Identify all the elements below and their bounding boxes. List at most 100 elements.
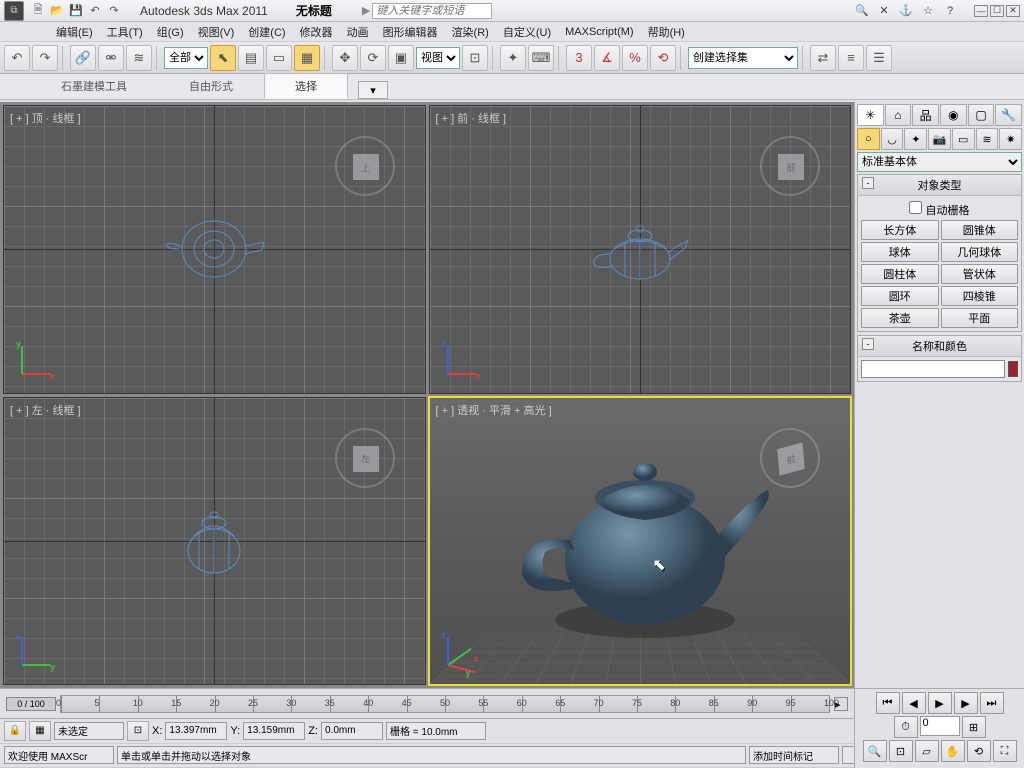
favorite-icon[interactable]: ☆	[920, 3, 936, 19]
torus-button[interactable]: 圆环	[861, 286, 939, 306]
cone-button[interactable]: 圆锥体	[941, 220, 1019, 240]
move-button[interactable]: ✥	[332, 45, 358, 71]
autogrid-checkbox[interactable]	[909, 201, 922, 214]
key-mode-button[interactable]: ⊞	[962, 716, 986, 738]
tool2-icon[interactable]: ⚓	[898, 3, 914, 19]
script-button[interactable]: ▦	[29, 721, 51, 741]
tab-freeform[interactable]: 自由形式	[158, 73, 264, 99]
frame-slider[interactable]: 0 / 100	[6, 697, 56, 711]
play-button[interactable]: ▶	[928, 692, 952, 714]
color-swatch[interactable]	[1008, 361, 1018, 377]
x-coord[interactable]: 13.397mm	[165, 722, 227, 740]
timeline-track[interactable]: 0510152025303540455055606570758085909510…	[60, 695, 830, 713]
angle-snap-button[interactable]: ∡	[594, 45, 620, 71]
helpers-subtab[interactable]: ▭	[952, 128, 975, 150]
teapot-button[interactable]: 茶壶	[861, 308, 939, 328]
layers-button[interactable]: ☰	[866, 45, 892, 71]
systems-subtab[interactable]: ✷	[999, 128, 1022, 150]
viewport-perspective[interactable]: [ + ] 透视 · 平滑 + 高光 ] 前 ⬉ xyz	[429, 397, 852, 686]
help-icon[interactable]: ?	[942, 3, 958, 19]
manip-button[interactable]: ✦	[500, 45, 526, 71]
object-name-input[interactable]	[861, 360, 1005, 378]
fov-button[interactable]: ▱	[915, 740, 939, 762]
menu-views[interactable]: 视图(V)	[192, 22, 241, 42]
menu-render[interactable]: 渲染(R)	[446, 22, 495, 42]
menu-graph[interactable]: 图形编辑器	[377, 22, 444, 42]
scale-button[interactable]: ▣	[388, 45, 414, 71]
lock-button[interactable]: 🔒	[4, 721, 26, 741]
select-button[interactable]: ⬉	[210, 45, 236, 71]
zoom-all-button[interactable]: ⊡	[889, 740, 913, 762]
undo-button[interactable]: ↶	[4, 45, 30, 71]
undo-quick-icon[interactable]: ↶	[87, 3, 103, 19]
menu-edit[interactable]: 编辑(E)	[50, 22, 99, 42]
menu-help[interactable]: 帮助(H)	[642, 22, 691, 42]
lights-subtab[interactable]: ✦	[904, 128, 927, 150]
keymode-button[interactable]: ⌨	[528, 45, 554, 71]
cylinder-button[interactable]: 圆柱体	[861, 264, 939, 284]
prev-frame-button[interactable]: ◀	[902, 692, 926, 714]
menu-create[interactable]: 创建(C)	[242, 22, 291, 42]
orbit-button[interactable]: ⟲	[967, 740, 991, 762]
category-dropdown[interactable]: 标准基本体	[857, 152, 1022, 172]
maximize-viewport-button[interactable]: ⛶	[993, 740, 1017, 762]
tab-selection[interactable]: 选择	[264, 73, 348, 99]
unlink-button[interactable]: ⚮	[98, 45, 124, 71]
viewcube-front[interactable]: 前	[760, 136, 820, 196]
add-time-tag[interactable]: 添加时间标记	[749, 746, 839, 764]
pan-button[interactable]: ✋	[941, 740, 965, 762]
ref-coord[interactable]: 视图	[416, 47, 460, 69]
viewcube-left[interactable]: 左	[335, 428, 395, 488]
window-crossing-button[interactable]: ▦	[294, 45, 320, 71]
menu-maxscript[interactable]: MAXScript(M)	[559, 24, 639, 40]
rollout-toggle[interactable]: -	[862, 177, 874, 189]
align-button[interactable]: ≡	[838, 45, 864, 71]
named-sets[interactable]: 创建选择集	[688, 47, 798, 69]
menu-tools[interactable]: 工具(T)	[101, 22, 149, 42]
spinner-snap-button[interactable]: ⟲	[650, 45, 676, 71]
tab-graphite[interactable]: 石墨建模工具	[30, 73, 158, 99]
tube-button[interactable]: 管状体	[941, 264, 1019, 284]
box-button[interactable]: 长方体	[861, 220, 939, 240]
modify-tab[interactable]: ⌂	[885, 104, 912, 126]
select-rect-button[interactable]: ▭	[266, 45, 292, 71]
geometry-subtab[interactable]: ○	[857, 128, 880, 150]
mirror-button[interactable]: ⇄	[810, 45, 836, 71]
menu-group[interactable]: 组(G)	[151, 22, 190, 42]
next-frame-button[interactable]: ▶	[954, 692, 978, 714]
search-input[interactable]	[372, 3, 492, 19]
pyramid-button[interactable]: 四棱锥	[941, 286, 1019, 306]
save-icon[interactable]: 💾	[68, 3, 84, 19]
redo-button[interactable]: ↷	[32, 45, 58, 71]
bind-button[interactable]: ≋	[126, 45, 152, 71]
motion-tab[interactable]: ◉	[940, 104, 967, 126]
link-button[interactable]: 🔗	[70, 45, 96, 71]
isolate-button[interactable]: ⊡	[127, 721, 149, 741]
open-icon[interactable]: 📂	[49, 3, 65, 19]
spacewarps-subtab[interactable]: ≋	[976, 128, 999, 150]
goto-start-button[interactable]: ⏮	[876, 692, 900, 714]
viewport-persp-label[interactable]: [ + ] 透视 · 平滑 + 高光 ]	[436, 402, 552, 418]
y-coord[interactable]: 13.159mm	[243, 722, 305, 740]
z-coord[interactable]: 0.0mm	[321, 722, 383, 740]
geosphere-button[interactable]: 几何球体	[941, 242, 1019, 262]
shapes-subtab[interactable]: ◡	[881, 128, 904, 150]
utilities-tab[interactable]: 🔧	[995, 104, 1022, 126]
current-frame[interactable]: 0	[920, 716, 960, 736]
viewport-left-label[interactable]: [ + ] 左 · 线框 ]	[10, 402, 81, 418]
viewcube-top[interactable]: 上	[335, 136, 395, 196]
tool1-icon[interactable]: ✕	[876, 3, 892, 19]
time-config-button[interactable]: ⏱	[894, 716, 918, 738]
menu-custom[interactable]: 自定义(U)	[497, 22, 557, 42]
new-icon[interactable]: 🗎	[30, 3, 46, 19]
percent-snap-button[interactable]: %	[622, 45, 648, 71]
viewport-left[interactable]: [ + ] 左 · 线框 ] 左 yz	[3, 397, 426, 686]
rotate-button[interactable]: ⟳	[360, 45, 386, 71]
viewport-top-label[interactable]: [ + ] 顶 · 线框 ]	[10, 110, 81, 126]
display-tab[interactable]: ▢	[968, 104, 995, 126]
viewport-front-label[interactable]: [ + ] 前 · 线框 ]	[436, 110, 507, 126]
ribbon-dropdown[interactable]: ▾	[358, 81, 388, 99]
snap-button[interactable]: 3	[566, 45, 592, 71]
rollout-toggle-2[interactable]: -	[862, 338, 874, 350]
maximize-button[interactable]: ☐	[990, 5, 1004, 17]
